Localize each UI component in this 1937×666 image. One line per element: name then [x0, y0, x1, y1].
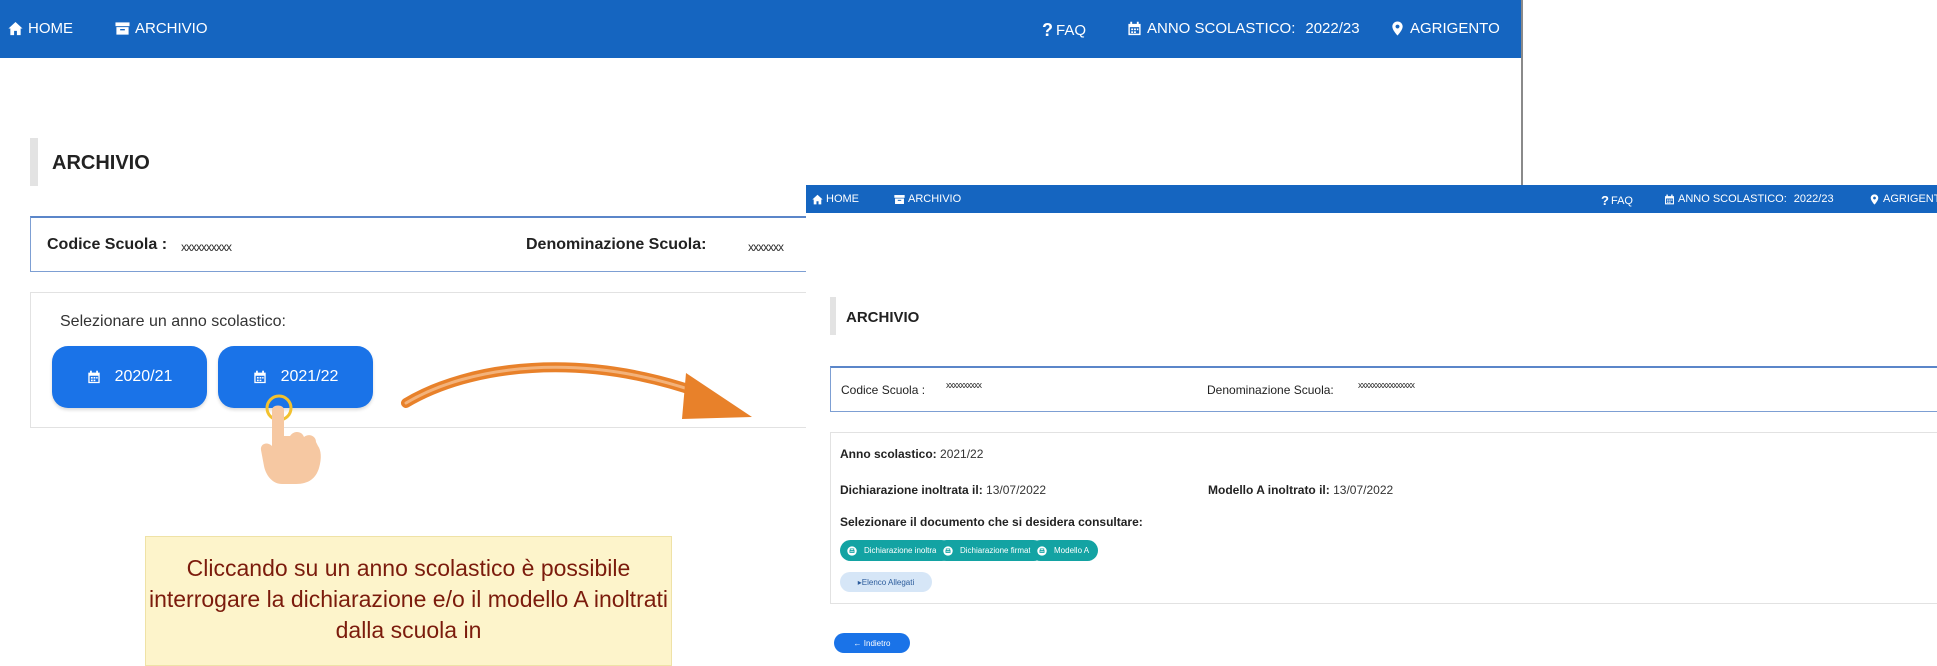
doc-button-dichiarazione-firmata[interactable]: Dichiarazione firmata: [936, 540, 1045, 561]
doc-button-modello-a[interactable]: Modello A: [1030, 540, 1099, 561]
nav-location[interactable]: AGRIGENTO: [1390, 20, 1500, 37]
school-name-label: Denominazione Scuola:: [1207, 383, 1334, 397]
nav-location-label: AGRIGENTO: [1410, 20, 1500, 37]
year-button-2020-21[interactable]: 2020/21: [52, 346, 207, 408]
page-title: ARCHIVIO: [52, 152, 150, 174]
nav-location-label: AGRIGENT: [1883, 193, 1937, 205]
nav-school-year-value: 2022/23: [1793, 193, 1834, 205]
doc-button-label: Dichiarazione inoltrata: [864, 546, 944, 555]
curved-arrow-icon: [401, 362, 752, 419]
nav-school-year-value: 2022/23: [1305, 20, 1360, 37]
detail-school-year-label: Anno scolastico:: [840, 447, 937, 461]
calendar-icon: [1665, 194, 1674, 204]
detail-model: Modello A inoltrato il: 13/07/2022: [1208, 483, 1393, 497]
print-icon: [943, 545, 953, 556]
page-title: ARCHIVIO: [846, 309, 920, 326]
archive-icon: [115, 22, 130, 35]
title-accent-bar: [830, 297, 836, 335]
nav-archive-label: ARCHIVIO: [135, 20, 208, 37]
back-button[interactable]: ← Indietro: [834, 633, 910, 653]
print-icon: [847, 545, 857, 556]
school-name-value: xxxxxxx: [748, 240, 784, 254]
year-button-label: 2020/21: [114, 368, 173, 385]
nav-location[interactable]: AGRIGENT: [1869, 193, 1937, 205]
nav-archive-label: ARCHIVIO: [908, 193, 962, 205]
top-navbar: HOME ARCHIVIO ? FAQ ANNO SCOLASTICO: 202…: [0, 0, 1521, 58]
school-info-box: Codice Scuola : xxxxxxxxxx Denominazione…: [30, 216, 830, 272]
school-code-value: xxxxxxxxxx: [946, 380, 982, 390]
year-prompt: Selezionare un anno scolastico:: [60, 313, 286, 330]
question-icon: ?: [1042, 20, 1053, 40]
school-info-box: Codice Scuola : xxxxxxxxxx Denominazione…: [830, 366, 1937, 412]
attachments-button[interactable]: ▸Elenco Allegati: [840, 572, 932, 592]
nav-faq[interactable]: ? FAQ: [1042, 20, 1086, 41]
calendar-icon: [87, 370, 100, 384]
pointing-hand-icon: [260, 394, 321, 484]
detail-declaration: Dichiarazione inoltrata il: 13/07/2022: [840, 483, 1046, 497]
map-pin-icon: [1870, 193, 1879, 205]
detail-declaration-label: Dichiarazione inoltrata il:: [840, 483, 983, 497]
school-code-label: Codice Scuola :: [47, 236, 168, 253]
detail-school-year: Anno scolastico: 2021/22: [840, 447, 983, 461]
detail-model-label: Modello A inoltrato il:: [1208, 483, 1330, 497]
doc-button-label: Dichiarazione firmata: [960, 546, 1036, 555]
detail-model-date: 13/07/2022: [1333, 483, 1394, 497]
school-code-value: xxxxxxxxxx: [181, 240, 232, 254]
nav-home-label: HOME: [28, 20, 73, 37]
question-icon: ?: [1601, 193, 1609, 208]
nav-faq[interactable]: ? FAQ: [1601, 193, 1633, 208]
home-icon: [812, 194, 823, 204]
detail-declaration-date: 13/07/2022: [986, 483, 1047, 497]
archive-icon: [894, 194, 905, 204]
detail-school-year-value: 2021/22: [940, 447, 984, 461]
nav-school-year[interactable]: ANNO SCOLASTICO: 2022/23: [1127, 20, 1360, 37]
nav-faq-label: FAQ: [1610, 194, 1633, 207]
callout-text: Cliccando su un anno scolastico è possib…: [148, 555, 669, 643]
print-icon: [1037, 545, 1047, 556]
nav-faq-label: FAQ: [1056, 22, 1087, 39]
top-navbar: HOME ARCHIVIO ? FAQ ANNO SCOLASTICO: 202…: [806, 185, 1937, 213]
nav-school-year[interactable]: ANNO SCOLASTICO: 2022/23: [1664, 193, 1834, 205]
nav-school-year-label: ANNO SCOLASTICO:: [1678, 193, 1787, 205]
nav-home-label: HOME: [826, 193, 859, 205]
instruction-callout: Cliccando su un anno scolastico è possib…: [145, 536, 672, 666]
map-pin-icon: [1392, 21, 1403, 36]
calendar-icon: [253, 370, 266, 384]
doc-button-label: Modello A: [1054, 546, 1090, 555]
screen-year-detail: HOME ARCHIVIO ? FAQ ANNO SCOLASTICO: 202…: [806, 185, 1937, 657]
title-accent-bar: [30, 138, 38, 186]
school-name-label: Denominazione Scuola:: [526, 236, 707, 253]
nav-home[interactable]: HOME: [812, 193, 859, 205]
nav-school-year-label: ANNO SCOLASTICO:: [1147, 20, 1296, 37]
home-icon: [8, 21, 23, 36]
screen-divider: [1521, 0, 1523, 190]
nav-archive[interactable]: ARCHIVIO: [894, 193, 961, 205]
nav-home[interactable]: HOME: [8, 20, 73, 37]
calendar-icon: [1128, 21, 1141, 36]
nav-archive[interactable]: ARCHIVIO: [115, 20, 208, 37]
year-button-label: 2021/22: [280, 368, 339, 385]
detail-select-prompt: Selezionare il documento che si desidera…: [840, 515, 1143, 529]
select-prompt-label: Selezionare il documento che si desidera…: [840, 515, 1143, 529]
school-code-label: Codice Scuola :: [841, 383, 926, 397]
school-name-value: xxxxxxxxxxxxxxxx: [1358, 380, 1415, 390]
